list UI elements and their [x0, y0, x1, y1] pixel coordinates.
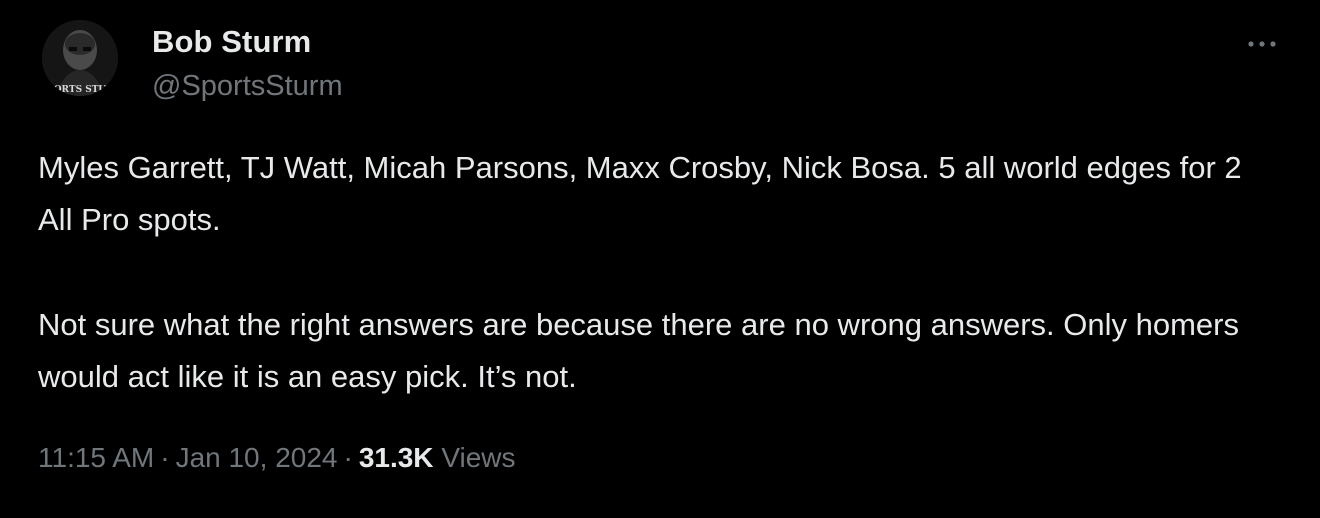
separator: · — [160, 442, 170, 473]
author-handle[interactable]: @SportsSturm — [152, 70, 343, 103]
views-label: Views — [441, 442, 516, 473]
more-horizontal-icon — [1248, 41, 1276, 47]
tweet-card: ORTS STU Bob Sturm @SportsSturm Myles Ga… — [0, 0, 1320, 518]
author-name[interactable]: Bob Sturm — [152, 24, 311, 60]
tweet-time[interactable]: 11:15 AM — [38, 442, 154, 473]
views-count[interactable]: 31.3K — [359, 442, 434, 473]
avatar-text: ORTS STU — [54, 85, 107, 95]
avatar[interactable]: ORTS STU — [42, 20, 118, 96]
separator: · — [343, 442, 353, 473]
tweet-metadata: 11:15 AM · Jan 10, 2024 · 31.3K Views — [38, 442, 516, 474]
tweet-paragraph: Myles Garrett, TJ Watt, Micah Parsons, M… — [38, 150, 1242, 238]
avatar-image: ORTS STU — [42, 20, 118, 96]
more-options-button[interactable] — [1244, 30, 1280, 58]
tweet-paragraph: Not sure what the right answers are beca… — [38, 307, 1239, 395]
tweet-date[interactable]: Jan 10, 2024 — [176, 442, 338, 473]
tweet-text: Myles Garrett, TJ Watt, Micah Parsons, M… — [38, 142, 1268, 403]
